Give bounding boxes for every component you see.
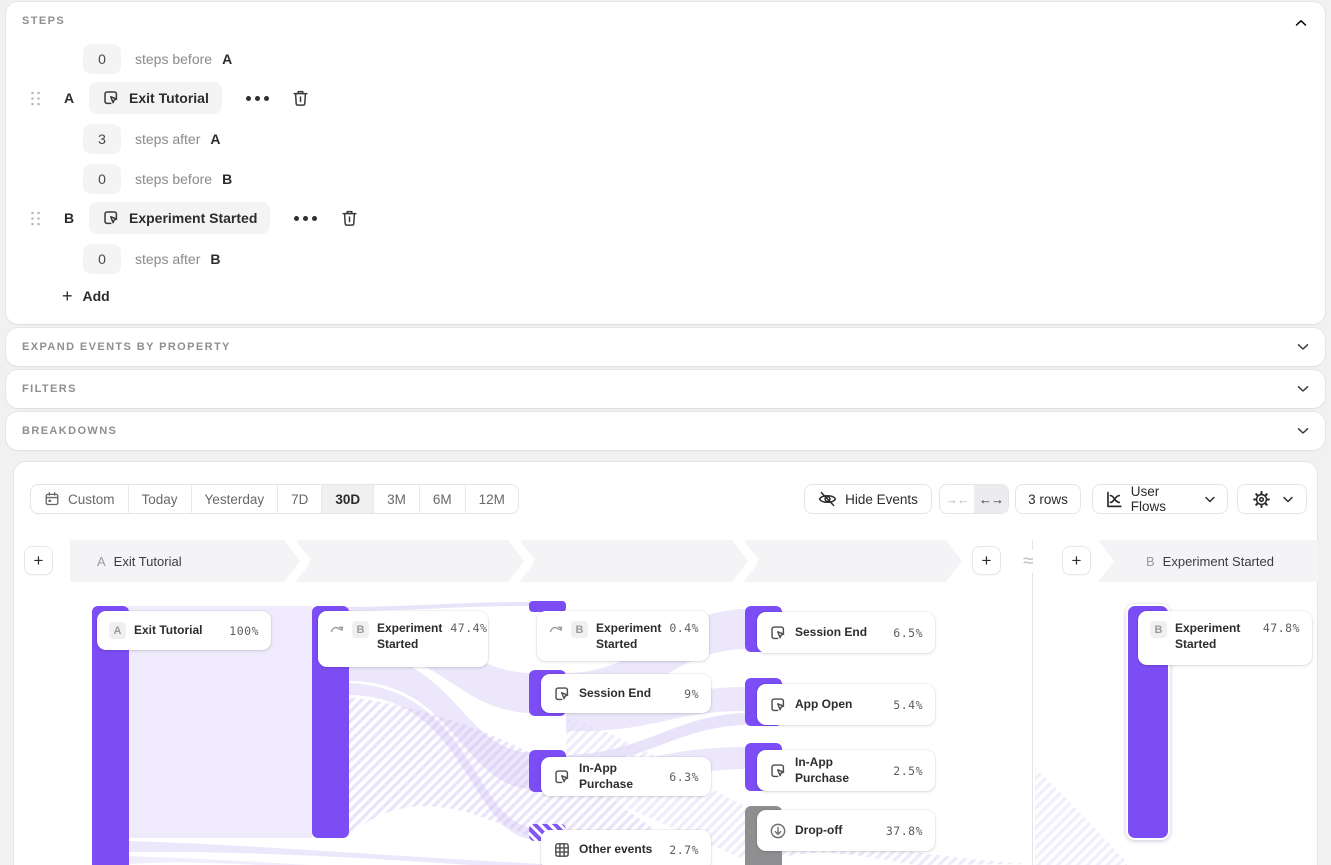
step-badge: B <box>571 621 588 638</box>
flow-node-name: Other events <box>579 842 661 858</box>
other-events-grid-icon <box>553 841 571 859</box>
flow-node-name: Experiment Started <box>1175 621 1255 652</box>
flow-node-percent: 100% <box>229 624 259 638</box>
flow-node-name: In-App Purchase <box>579 761 661 792</box>
flow-node-name: In-App Purchase <box>795 755 885 786</box>
event-icon <box>553 768 571 786</box>
step-badge: B <box>1150 621 1167 638</box>
user-flows-page: STEPS 0 steps before A A Exit Tutorial <box>0 0 1331 865</box>
flow-node-other-events-step2[interactable]: Other events 2.7% <box>541 830 711 865</box>
flow-node-name: Session End <box>795 625 885 641</box>
flow-node-session-end-step3[interactable]: Session End 6.5% <box>757 612 935 653</box>
report-content-layer: Custom Today Yesterday 7D 30D 3M 6M 12M … <box>0 0 1331 865</box>
event-icon <box>769 762 787 780</box>
flow-node-drop-off-step3[interactable]: Drop-off 37.8% <box>757 810 935 851</box>
flow-node-experiment-started-step2[interactable]: B Experiment Started 0.4% <box>537 611 709 661</box>
flow-node-name: Exit Tutorial <box>134 623 221 639</box>
flow-node-in-app-purchase-step3[interactable]: In-App Purchase 2.5% <box>757 750 935 791</box>
flow-node-name: App Open <box>795 697 885 713</box>
event-icon <box>553 685 571 703</box>
flow-node-percent: 6.5% <box>893 626 923 640</box>
flow-node-app-open-step3[interactable]: App Open 5.4% <box>757 684 935 725</box>
step-badge: A <box>109 622 126 639</box>
flow-node-percent: 0.4% <box>669 621 699 635</box>
flow-node-name: Experiment Started <box>596 621 661 652</box>
flow-node-percent: 47.8% <box>1263 621 1300 635</box>
flow-node-name: Drop-off <box>795 823 878 839</box>
flow-node-in-app-purchase-step2[interactable]: In-App Purchase 6.3% <box>541 757 711 796</box>
flow-node-percent: 6.3% <box>669 770 699 784</box>
indirect-flow-icon <box>549 622 563 636</box>
step-badge: B <box>352 621 369 638</box>
flow-node-experiment-started-end[interactable]: B Experiment Started 47.8% <box>1138 611 1312 665</box>
flow-node-percent: 37.8% <box>886 824 923 838</box>
flow-node-name: Session End <box>579 686 676 702</box>
event-icon <box>769 696 787 714</box>
flow-node-percent: 5.4% <box>893 698 923 712</box>
flow-node-percent: 9% <box>684 687 699 701</box>
flow-node-a-exit-tutorial[interactable]: A Exit Tutorial 100% <box>97 611 271 650</box>
indirect-flow-icon <box>330 622 344 636</box>
flow-node-percent: 2.5% <box>893 764 923 778</box>
flow-node-session-end-step2[interactable]: Session End 9% <box>541 674 711 713</box>
flow-node-experiment-started-step1[interactable]: B Experiment Started 47.4% <box>318 611 488 667</box>
flow-node-name: Experiment Started <box>377 621 442 652</box>
flow-node-percent: 2.7% <box>669 843 699 857</box>
drop-off-icon <box>769 822 787 840</box>
event-icon <box>769 624 787 642</box>
flow-node-percent: 47.4% <box>450 621 487 635</box>
